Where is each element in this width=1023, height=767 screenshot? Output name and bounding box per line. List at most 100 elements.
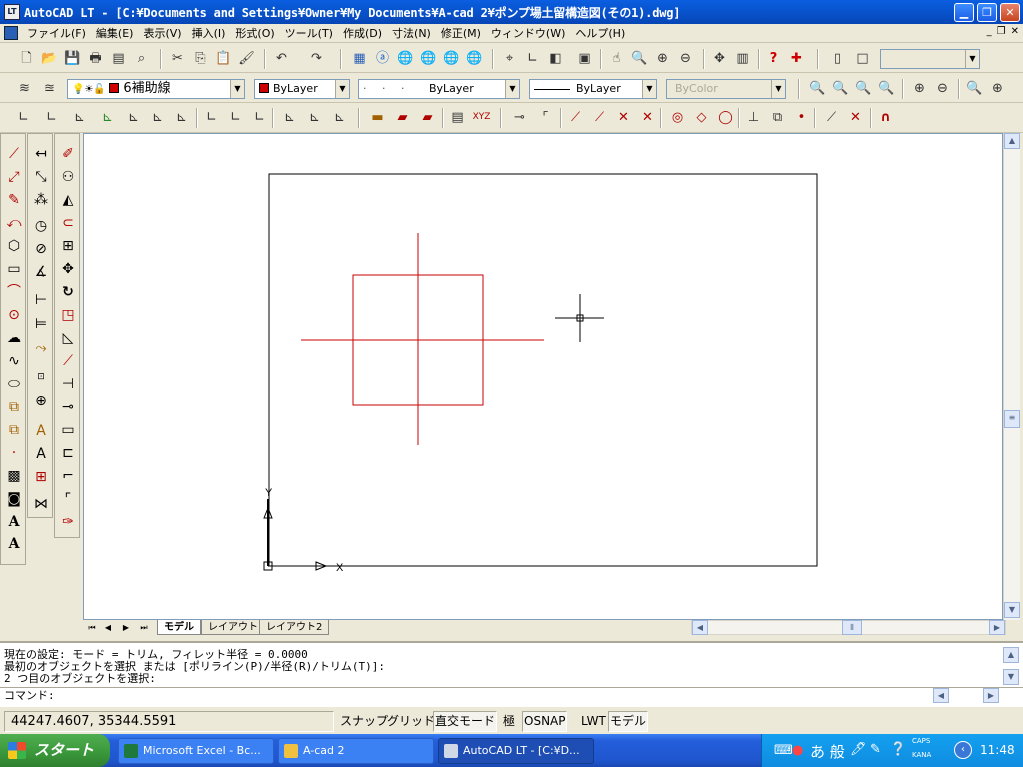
menu-dimension[interactable]: 寸法(N) <box>387 25 436 41</box>
linear-dim-icon[interactable]: ↤ <box>31 144 51 164</box>
snap-node-icon[interactable]: • <box>792 108 811 127</box>
zoom-window-icon-2[interactable]: 🔍 <box>808 79 827 98</box>
zoom-in-icon[interactable]: ⊕ <box>910 79 929 98</box>
open-icon[interactable]: 📂 <box>40 49 59 68</box>
close-button[interactable]: ✕ <box>1000 3 1020 22</box>
menu-window[interactable]: ウィンドウ(W) <box>486 25 570 41</box>
web-globe-icon-2[interactable]: 🌐 <box>419 49 438 68</box>
diameter-dim-icon[interactable]: ⊘ <box>31 239 51 259</box>
point-icon[interactable]: · <box>4 443 24 463</box>
spline-icon[interactable]: ∿ <box>4 351 24 371</box>
menu-edit[interactable]: 編集(E) <box>91 25 139 41</box>
temp-track-icon[interactable]: ⊸ <box>510 108 529 127</box>
tolerance-icon[interactable]: ⊡ <box>31 367 51 387</box>
arc-icon[interactable]: ⌒ <box>4 282 24 302</box>
ime-tool-icon[interactable]: 🖊 <box>850 742 867 757</box>
revcloud-icon[interactable]: ☁ <box>4 328 24 348</box>
continue-dim-icon[interactable]: ⤳ <box>31 338 51 358</box>
tab-model[interactable]: モデル <box>157 620 201 635</box>
save-icon[interactable]: 💾 <box>63 49 82 68</box>
redo-icon[interactable]: ↷ <box>307 49 326 68</box>
erase-icon[interactable]: ✐ <box>58 144 78 164</box>
text-icon[interactable]: A <box>4 534 24 554</box>
lineweight-combo[interactable]: ByLayer ▼ <box>529 79 657 99</box>
menu-tools[interactable]: ツール(T) <box>280 25 338 41</box>
cut-icon[interactable]: ✂ <box>168 49 187 68</box>
task-folder[interactable]: A-cad 2 <box>278 738 434 764</box>
construction-line-icon[interactable]: ⤢ <box>4 167 24 187</box>
autocad-app-icon[interactable]: LT <box>4 4 20 20</box>
scroll-thumb[interactable]: ≡ <box>1004 410 1020 428</box>
pan-icon[interactable]: ☝ <box>607 49 626 68</box>
field-icon[interactable]: XYZ <box>472 108 491 127</box>
today-icon[interactable]: ✚ <box>787 49 806 68</box>
ucs-previous-icon[interactable]: ∟ <box>42 108 61 127</box>
hexagon-icon[interactable]: ⬡ <box>4 236 24 256</box>
ime-icon[interactable]: ● <box>792 743 803 758</box>
scroll-down-button[interactable]: ▼ <box>1004 602 1020 618</box>
zoom-dynamic-icon[interactable]: 🔍 <box>831 79 850 98</box>
menu-format[interactable]: 形式(O) <box>230 25 279 41</box>
match-properties-icon[interactable]: 🖌 <box>237 49 256 68</box>
snap-toggle[interactable]: スナップ <box>338 711 390 732</box>
web-globe-icon-4[interactable]: 🌐 <box>465 49 484 68</box>
zoom-previous-icon[interactable]: ⊖ <box>676 49 695 68</box>
region-icon[interactable]: ◙ <box>4 489 24 509</box>
cmd-scroll-up-button[interactable]: ▲ <box>1003 647 1019 663</box>
viewport-icon[interactable]: □ <box>853 49 872 68</box>
ucs-origin-icon[interactable]: ∟ <box>14 108 33 127</box>
chamfer-icon[interactable]: ⌐ <box>58 466 78 486</box>
ucs-named-icon[interactable]: ⊾ <box>305 108 324 127</box>
copy-object-icon[interactable]: ⚇ <box>58 167 78 187</box>
snap-perpendicular-icon[interactable]: ⊥ <box>744 108 763 127</box>
design-center-icon[interactable]: ▦ <box>350 49 369 68</box>
dim-style-icon[interactable]: ⋈ <box>31 494 51 514</box>
web-globe-icon-3[interactable]: 🌐 <box>442 49 461 68</box>
doc-restore-button[interactable]: ❐ <box>997 26 1006 37</box>
cmd-scroll-right-button[interactable]: ▶ <box>983 688 999 703</box>
menu-modify[interactable]: 修正(M) <box>436 25 486 41</box>
menu-file[interactable]: ファイル(F) <box>22 25 91 41</box>
tab-layout2[interactable]: レイアウト2 <box>259 620 330 635</box>
horizontal-scrollbar[interactable]: ◀ ⦀ ▶ <box>691 620 1006 635</box>
dim-edit-icon[interactable]: A <box>31 421 51 441</box>
help-icon[interactable]: ? <box>764 49 783 68</box>
hscroll-thumb[interactable]: ⦀ <box>842 620 862 635</box>
show-hidden-icons-icon[interactable]: ‹ <box>954 741 972 759</box>
ime-pad-icon[interactable]: ✎ <box>870 742 881 757</box>
radius-dim-icon[interactable]: ◷ <box>31 216 51 236</box>
paste-icon[interactable]: 📋 <box>214 49 233 68</box>
make-block-icon-2[interactable]: ⧉ <box>4 420 24 440</box>
ucs-3point-icon[interactable]: ⊾ <box>172 108 191 127</box>
scale-icon[interactable]: ◳ <box>58 305 78 325</box>
web-globe-icon[interactable]: 🌐 <box>396 49 415 68</box>
ucs-apply-icon[interactable]: ⊾ <box>280 108 299 127</box>
snap-from-icon[interactable]: ⌜ <box>536 108 555 127</box>
layer-previous-icon[interactable]: ≊ <box>40 79 59 98</box>
osnap-toggle[interactable]: OSNAP <box>522 711 568 732</box>
undo-icon[interactable]: ↶ <box>272 49 291 68</box>
menu-help[interactable]: ヘルプ(H) <box>570 25 630 41</box>
explode-icon[interactable]: ✑ <box>58 512 78 532</box>
menu-draw[interactable]: 作成(D) <box>338 25 387 41</box>
cmd-scroll-down-button[interactable]: ▼ <box>1003 669 1019 685</box>
zoom-window-icon[interactable]: ⊕ <box>653 49 672 68</box>
task-autocad[interactable]: AutoCAD LT - [C:¥D... <box>438 738 594 764</box>
dim-update-icon[interactable]: ⊞ <box>31 467 51 487</box>
document-icon[interactable] <box>4 26 18 40</box>
tab-next-icon[interactable]: ▶ <box>119 621 133 635</box>
line-icon[interactable]: ⟋ <box>4 144 24 164</box>
baseline-dim-icon[interactable]: ⊨ <box>31 314 51 334</box>
menu-insert[interactable]: 挿入(I) <box>187 25 231 41</box>
snap-nearest-icon[interactable]: ⟋ <box>822 108 841 127</box>
break-icon[interactable]: ⊏ <box>58 443 78 463</box>
ime-mode[interactable]: あ 般 <box>810 741 845 762</box>
extend-icon[interactable]: ⊸ <box>58 397 78 417</box>
lwt-toggle[interactable]: LWT <box>579 711 608 732</box>
ucs-view-icon[interactable]: ⊾ <box>148 108 167 127</box>
zoom-realtime-icon[interactable]: 🔍 <box>630 49 649 68</box>
snap-none-icon[interactable]: ✕ <box>846 108 865 127</box>
copy-icon[interactable]: ⎘ <box>191 49 210 68</box>
snap-apparent-intersection-icon[interactable]: ✕ <box>638 108 657 127</box>
ucs-face-icon[interactable]: ⊾ <box>124 108 143 127</box>
